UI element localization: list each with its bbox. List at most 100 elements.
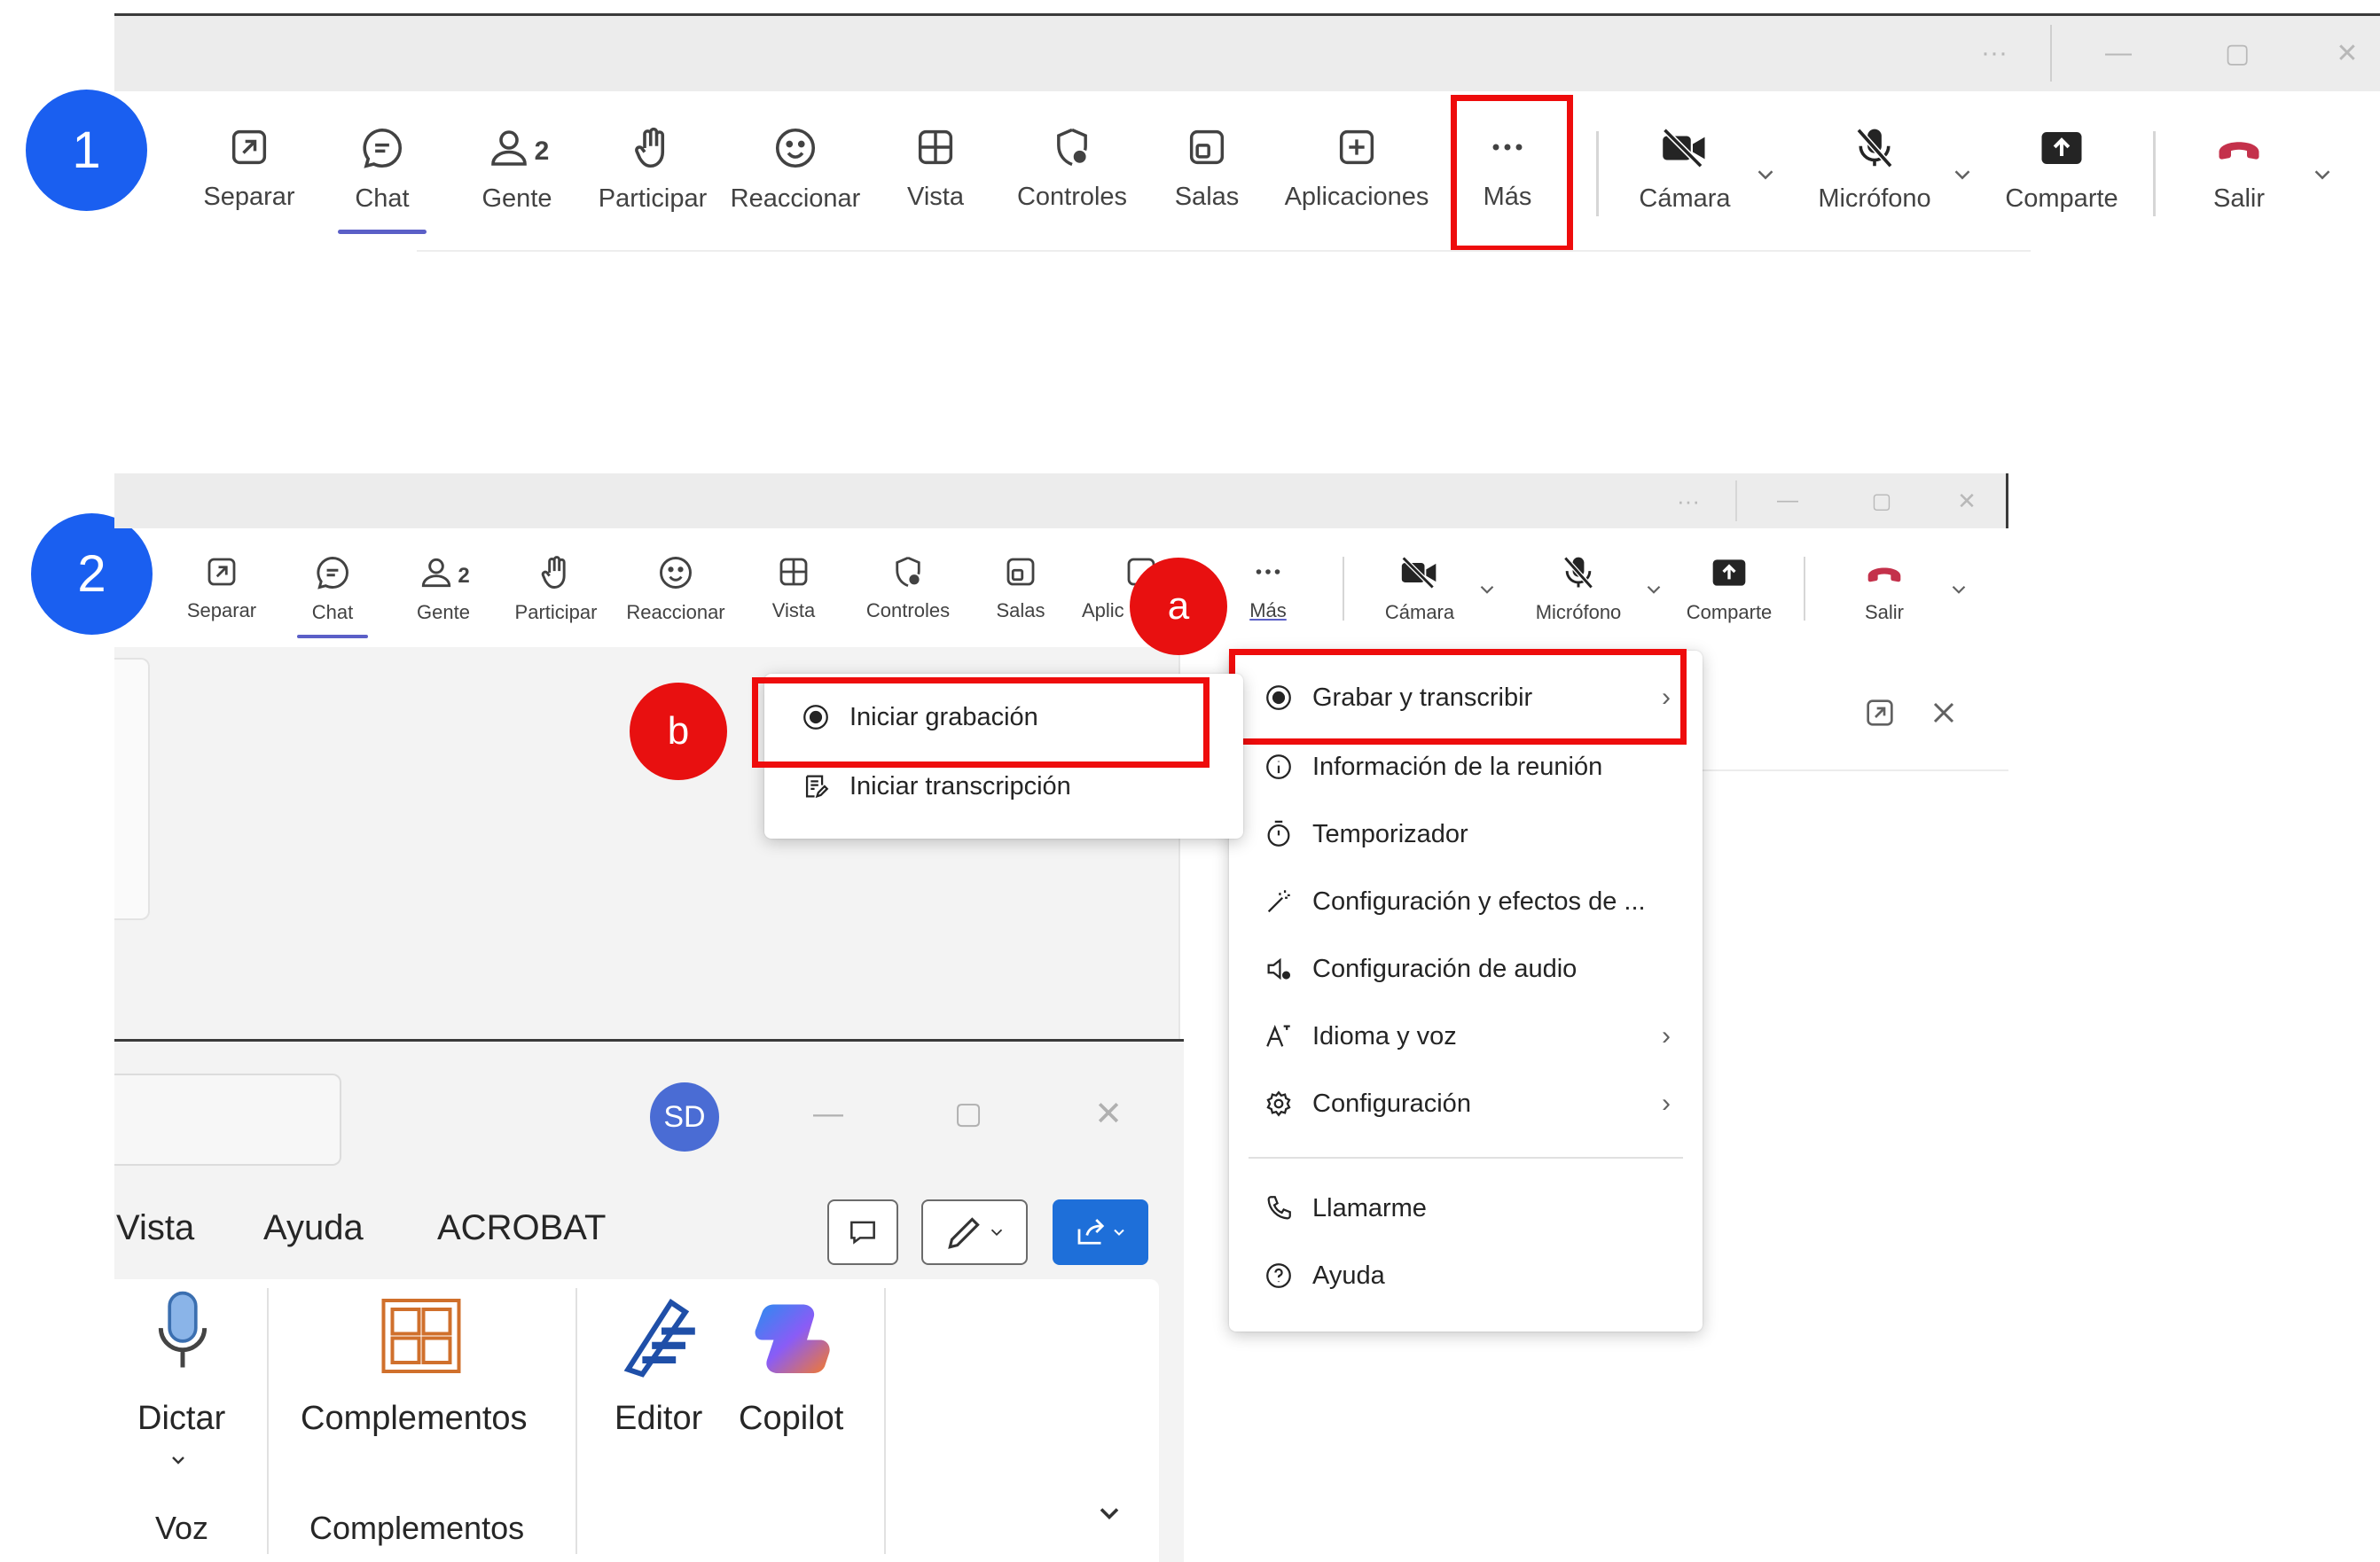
camara-button-2[interactable]: Cámara bbox=[1371, 553, 1468, 624]
comparte-button-2[interactable]: Comparte bbox=[1676, 553, 1782, 624]
word-close-icon[interactable]: ✕ bbox=[1086, 1091, 1131, 1136]
menu-item-configuracion-audio[interactable]: Configuración de audio bbox=[1229, 938, 1703, 1000]
share-screen-icon bbox=[2041, 132, 2082, 164]
step-b-badge: b bbox=[630, 683, 727, 780]
chat-button[interactable]: Chat bbox=[328, 124, 436, 234]
smiley-icon-2 bbox=[660, 557, 692, 589]
microfono-label: Micrófono bbox=[1818, 184, 1931, 213]
side-panel-header-line bbox=[1703, 769, 2008, 771]
step-a-badge: a bbox=[1130, 558, 1227, 655]
word-window: SD — ▢ ✕ Vista Ayuda ACROBAT Dictar Voz … bbox=[114, 1039, 1184, 1562]
editor-button[interactable]: Editor bbox=[615, 1400, 702, 1438]
minimize-icon-2[interactable]: — bbox=[1765, 486, 1810, 516]
meeting-stage-panel bbox=[114, 658, 150, 920]
controles-label-2: Controles bbox=[865, 599, 951, 621]
salir-options-chevron-icon[interactable] bbox=[2309, 161, 2336, 188]
more-options-icon[interactable]: ··· bbox=[1968, 35, 2021, 71]
microfono-label-2: Micrófono bbox=[1535, 601, 1622, 623]
menu-item-ayuda[interactable]: Ayuda bbox=[1229, 1245, 1703, 1307]
close-icon-2[interactable]: ✕ bbox=[1945, 486, 1989, 516]
microfono-button-2[interactable]: Micrófono bbox=[1516, 553, 1640, 624]
reaccionar-button[interactable]: Reaccionar bbox=[731, 124, 860, 214]
ribbon-divider-3 bbox=[884, 1288, 886, 1554]
title-bar-right-edge bbox=[2006, 473, 2008, 528]
minimize-icon[interactable]: — bbox=[2092, 35, 2145, 71]
shield-settings-icon-2 bbox=[896, 556, 920, 588]
complementos-button[interactable]: Complementos bbox=[301, 1400, 528, 1438]
menu-item-label: Configuración bbox=[1312, 1089, 1471, 1118]
toolbar-separator-1 bbox=[1596, 131, 1599, 216]
reaccionar-button-2[interactable]: Reaccionar bbox=[621, 553, 731, 624]
separar-button-2[interactable]: Separar bbox=[177, 553, 266, 622]
tab-acrobat[interactable]: ACROBAT bbox=[437, 1208, 606, 1248]
tab-ayuda[interactable]: Ayuda bbox=[263, 1208, 364, 1248]
salir-button-2[interactable]: Salir bbox=[1844, 553, 1924, 624]
microfono-button[interactable]: Micrófono bbox=[1804, 124, 1945, 214]
timer-icon bbox=[1267, 820, 1290, 847]
breakout-rooms-icon-2 bbox=[1006, 558, 1035, 586]
share-icon bbox=[1077, 1219, 1105, 1245]
chat-icon bbox=[363, 128, 402, 168]
menu-item-configuracion-efectos[interactable]: Configuración y efectos de ... bbox=[1229, 871, 1703, 933]
grid-view-icon bbox=[918, 129, 953, 165]
menu-item-idioma-voz[interactable]: Idioma y voz › bbox=[1229, 1005, 1703, 1067]
maximize-icon[interactable]: ▢ bbox=[2211, 35, 2264, 71]
microfono-options-chevron-icon-2[interactable] bbox=[1642, 578, 1665, 601]
chat-active-underline-2 bbox=[297, 635, 368, 638]
aplicaciones-button[interactable]: Aplicaciones bbox=[1277, 124, 1437, 212]
gente-button[interactable]: 2 Gente bbox=[459, 124, 575, 214]
vista-button[interactable]: Vista bbox=[887, 124, 984, 212]
separar-label: Separar bbox=[203, 183, 295, 211]
copilot-button[interactable]: Copilot bbox=[739, 1400, 843, 1438]
salir-options-chevron-icon-2[interactable] bbox=[1947, 578, 1970, 601]
word-minimize-icon[interactable]: — bbox=[806, 1091, 850, 1136]
menu-item-temporizador[interactable]: Temporizador bbox=[1229, 803, 1703, 865]
menu-item-llamarme[interactable]: Llamarme bbox=[1229, 1177, 1703, 1239]
chat-button-2[interactable]: Chat bbox=[288, 553, 377, 638]
participar-button-2[interactable]: Participar bbox=[507, 553, 605, 624]
window-title-bar: ··· — ▢ ✕ bbox=[114, 13, 2380, 91]
dictar-chevron-icon[interactable] bbox=[168, 1449, 189, 1471]
more-options-icon-2[interactable]: ··· bbox=[1666, 486, 1711, 516]
controles-button-2[interactable]: Controles bbox=[855, 553, 961, 622]
salas-button[interactable]: Salas bbox=[1158, 124, 1256, 212]
ribbon-expand-chevron-icon[interactable] bbox=[1093, 1497, 1125, 1529]
salas-label: Salas bbox=[1174, 183, 1240, 211]
mas-button-2[interactable]: Más bbox=[1233, 553, 1304, 622]
maximize-icon-2[interactable]: ▢ bbox=[1859, 486, 1904, 516]
toolbar-bottom-border bbox=[417, 250, 2031, 252]
mic-off-icon bbox=[1856, 128, 1893, 168]
editing-mode-button[interactable] bbox=[921, 1199, 1028, 1265]
comments-button[interactable] bbox=[827, 1199, 898, 1265]
tab-vista[interactable]: Vista bbox=[116, 1208, 194, 1248]
side-panel-pop-out-icon[interactable] bbox=[1862, 695, 1898, 730]
gente-count: 2 bbox=[534, 137, 550, 166]
vista-button-2[interactable]: Vista bbox=[754, 553, 834, 622]
mic-off-icon-2 bbox=[1563, 556, 1593, 590]
chat-icon-2 bbox=[317, 557, 348, 590]
separar-button[interactable]: Separar bbox=[192, 124, 307, 212]
title-bar-divider-2 bbox=[1735, 480, 1737, 521]
camara-options-chevron-icon-2[interactable] bbox=[1476, 578, 1499, 601]
camara-button[interactable]: Cámara bbox=[1625, 124, 1745, 214]
word-maximize-icon[interactable]: ▢ bbox=[946, 1091, 990, 1136]
gente-button-2[interactable]: 2 Gente bbox=[399, 553, 488, 624]
camara-options-chevron-icon[interactable] bbox=[1752, 161, 1779, 188]
word-search-box[interactable] bbox=[114, 1074, 341, 1166]
people-icon bbox=[490, 130, 527, 166]
comparte-button[interactable]: Comparte bbox=[1995, 124, 2128, 214]
menu-item-configuracion[interactable]: Configuración › bbox=[1229, 1073, 1703, 1135]
salir-button[interactable]: Salir bbox=[2190, 124, 2288, 214]
participar-button[interactable]: Participar bbox=[592, 124, 713, 214]
close-icon[interactable]: ✕ bbox=[2321, 35, 2374, 71]
share-button[interactable] bbox=[1053, 1199, 1148, 1265]
vista-label-2: Vista bbox=[771, 599, 816, 621]
controles-button[interactable]: Controles bbox=[1009, 124, 1135, 212]
menu-item-informacion-reunion[interactable]: Información de la reunión bbox=[1229, 736, 1703, 798]
microfono-options-chevron-icon[interactable] bbox=[1949, 161, 1976, 188]
dictar-button[interactable]: Dictar bbox=[137, 1400, 225, 1438]
user-avatar[interactable]: SD bbox=[650, 1082, 719, 1152]
side-panel-close-icon[interactable] bbox=[1926, 695, 1961, 730]
phone-icon bbox=[1267, 1196, 1291, 1220]
salas-button-2[interactable]: Salas bbox=[981, 553, 1061, 622]
